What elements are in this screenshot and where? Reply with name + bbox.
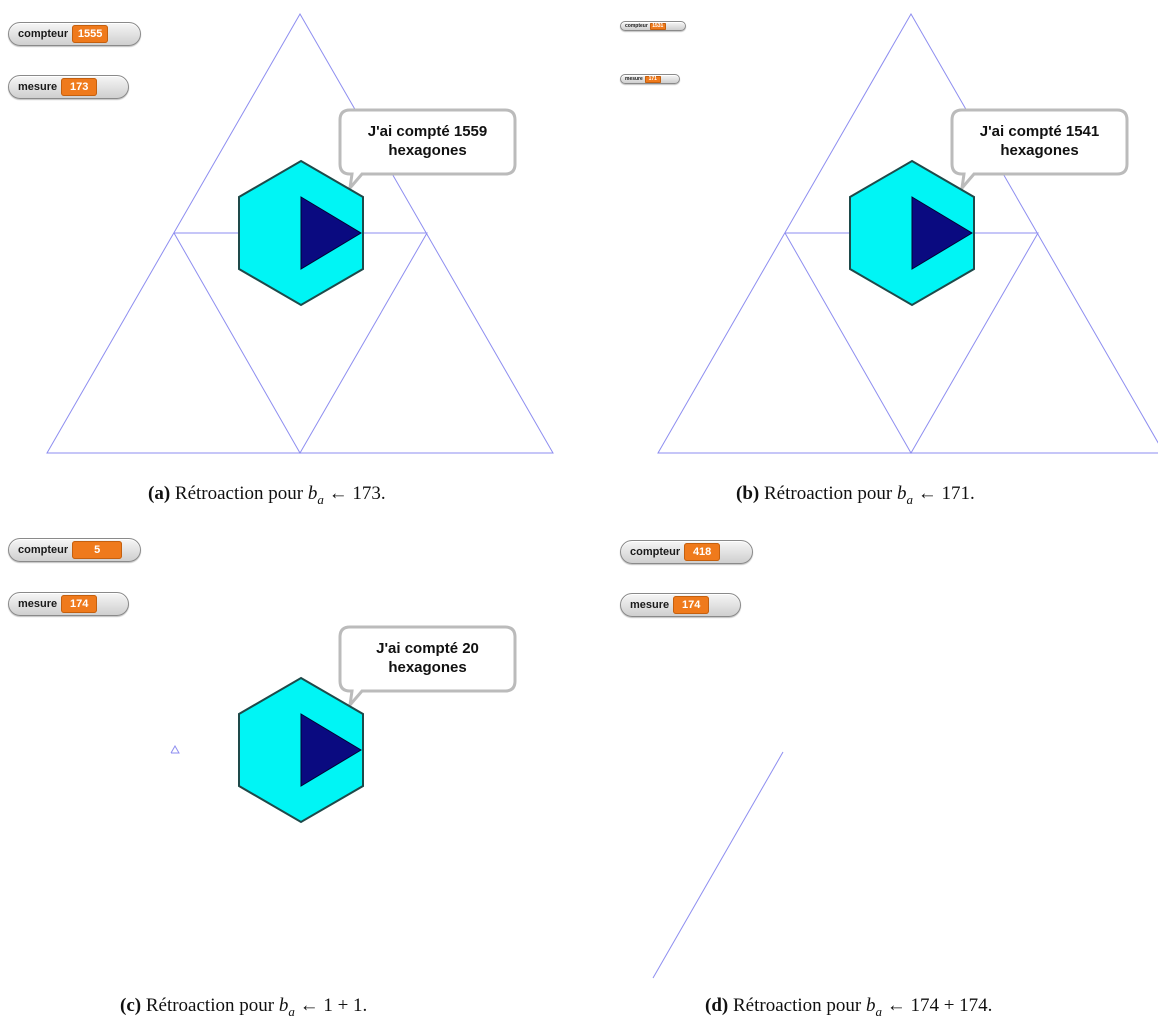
watcher-value: 1555: [72, 25, 109, 43]
compteur-watcher[interactable]: compteur 5: [8, 538, 141, 562]
mesure-watcher[interactable]: mesure 171: [620, 74, 680, 84]
bubble-line-2: hexagones: [1000, 142, 1079, 159]
bubble-line-2: hexagones: [388, 659, 467, 676]
stage-drawing-d: [652, 751, 784, 979]
watcher-label: compteur: [18, 28, 69, 40]
caption-sub: a: [875, 1003, 882, 1019]
caption-text: Rétroaction pour: [763, 483, 893, 504]
caption-tag: (d): [705, 995, 729, 1016]
watcher-label: mesure: [18, 81, 58, 93]
mesure-watcher[interactable]: mesure 174: [620, 593, 741, 617]
caption-text: Rétroaction pour: [145, 995, 275, 1016]
watcher-label: mesure: [18, 598, 58, 610]
watcher-value: 171: [644, 75, 661, 83]
caption-arrow: ←: [886, 995, 906, 1016]
panel-c: compteur 5 mesure 174 J'ai compté 20 hex…: [0, 520, 580, 980]
caption-var: b: [307, 483, 318, 504]
caption-expr: 174 + 174.: [910, 995, 993, 1016]
watcher-value: 418: [684, 543, 721, 561]
speech-bubble: J'ai compté 20 hexagones: [340, 639, 515, 679]
pen-trace-small: [170, 744, 180, 754]
watcher-value: 173: [61, 78, 98, 96]
compteur-watcher[interactable]: compteur 1555: [8, 22, 141, 46]
stage-drawing-b: [657, 12, 1158, 455]
caption-expr: 171.: [941, 483, 975, 504]
stage-drawing-a: [46, 12, 554, 455]
caption-tag: (a): [148, 483, 171, 504]
caption-tag: (c): [120, 995, 142, 1016]
stage-drawing-c: [170, 744, 180, 754]
caption-arrow: ←: [917, 483, 937, 504]
caption-expr: 173.: [352, 483, 386, 504]
caption-arrow: ←: [328, 483, 348, 504]
caption-sub: a: [906, 491, 913, 507]
mesure-watcher[interactable]: mesure 173: [8, 75, 129, 99]
bubble-line-1: J'ai compté 20: [376, 640, 479, 657]
caption-a: (a) Rétroaction pour ba ← 173.: [148, 483, 386, 508]
watcher-value: 5: [72, 541, 123, 559]
watcher-value: 174: [61, 595, 98, 613]
compteur-watcher[interactable]: compteur 1531: [620, 21, 686, 31]
caption-expr: 1 + 1.: [323, 995, 368, 1016]
caption-sub: a: [288, 1003, 295, 1019]
caption-b: (b) Rétroaction pour ba ← 171.: [736, 483, 975, 508]
watcher-label: compteur: [18, 544, 69, 556]
pen-triangle-mid: [173, 232, 428, 455]
panel-d: compteur 418 mesure 174: [580, 520, 1158, 980]
pen-line: [652, 751, 784, 979]
caption-text: Rétroaction pour: [732, 995, 862, 1016]
caption-arrow: ←: [299, 995, 319, 1016]
panel-a: compteur 1555 mesure 173 J'ai compté 155…: [0, 0, 580, 470]
speech-bubble: J'ai compté 1559 hexagones: [340, 122, 515, 162]
caption-c: (c) Rétroaction pour ba ← 1 + 1.: [120, 995, 367, 1020]
caption-text: Rétroaction pour: [174, 483, 304, 504]
bubble-line-1: J'ai compté 1541: [979, 123, 1100, 140]
speech-bubble: J'ai compté 1541 hexagones: [952, 122, 1127, 162]
caption-d: (d) Rétroaction pour ba ← 174 + 174.: [705, 995, 992, 1020]
pen-triangle-mid: [784, 232, 1039, 455]
watcher-value: 174: [673, 596, 710, 614]
watcher-value: 1531: [649, 22, 666, 30]
bubble-line-1: J'ai compté 1559: [367, 123, 488, 140]
bubble-line-2: hexagones: [388, 142, 467, 159]
caption-sub: a: [317, 491, 324, 507]
panel-b: compteur 1531 mesure 171 J'ai compté 154…: [580, 0, 1158, 470]
watcher-label: compteur: [625, 23, 648, 29]
caption-var: b: [278, 995, 289, 1016]
watcher-label: mesure: [630, 599, 670, 611]
watcher-label: mesure: [625, 76, 643, 82]
watcher-label: compteur: [630, 546, 681, 558]
caption-tag: (b): [736, 483, 760, 504]
mesure-watcher[interactable]: mesure 174: [8, 592, 129, 616]
compteur-watcher[interactable]: compteur 418: [620, 540, 753, 564]
